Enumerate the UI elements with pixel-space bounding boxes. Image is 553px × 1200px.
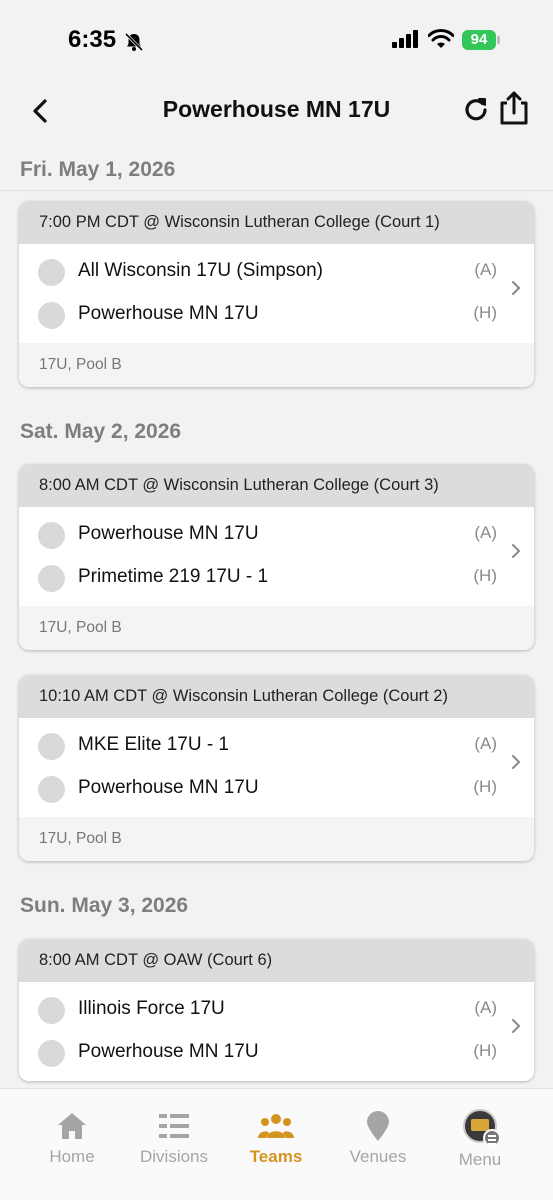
venues-icon — [367, 1111, 389, 1141]
tab-label: Menu — [458, 1150, 502, 1169]
team-logo-placeholder — [38, 997, 65, 1024]
team-side: (H) — [473, 777, 497, 796]
team-name: Illinois Force 17U — [78, 998, 225, 1019]
tab-teams[interactable]: Teams — [226, 1109, 326, 1167]
day-divider — [0, 452, 553, 453]
game-teams: MKE Elite 17U - 1 (A) Powerhouse MN 17U … — [19, 718, 534, 817]
team-logo-placeholder — [38, 259, 65, 286]
bell-muted-icon — [124, 32, 144, 52]
tab-label: Home — [49, 1147, 95, 1166]
team-name: Powerhouse MN 17U — [78, 523, 259, 544]
status-bar: 6:35 94 — [0, 0, 553, 80]
team-side: (H) — [473, 303, 497, 322]
team-logo-placeholder — [38, 302, 65, 329]
chevron-right-icon — [512, 281, 521, 295]
day-divider — [0, 190, 553, 191]
team-row: Powerhouse MN 17U (H) — [19, 1032, 534, 1075]
tab-label: Divisions — [139, 1147, 209, 1166]
team-name: Powerhouse MN 17U — [78, 777, 259, 798]
divisions-icon — [159, 1114, 189, 1138]
team-logo-placeholder — [38, 733, 65, 760]
chevron-right-icon — [512, 1019, 521, 1033]
schedule-list[interactable]: Fri. May 1, 2026 7:00 PM CDT @ Wisconsin… — [0, 150, 553, 1088]
team-side: (H) — [473, 1041, 497, 1060]
team-name: Powerhouse MN 17U — [78, 1041, 259, 1062]
team-name: Powerhouse MN 17U — [78, 303, 259, 324]
game-card[interactable]: 10:10 AM CDT @ Wisconsin Lutheran Colleg… — [19, 675, 534, 861]
team-row: All Wisconsin 17U (Simpson) (A) — [19, 251, 534, 294]
tab-divisions[interactable]: Divisions — [124, 1109, 224, 1167]
team-name: MKE Elite 17U - 1 — [78, 734, 229, 755]
game-card[interactable]: 7:00 PM CDT @ Wisconsin Lutheran College… — [19, 201, 534, 387]
chevron-right-icon — [512, 755, 521, 769]
battery-level: 94 — [462, 30, 496, 50]
team-row: Powerhouse MN 17U (A) — [19, 514, 534, 557]
team-logo-placeholder — [38, 1040, 65, 1067]
game-teams: Illinois Force 17U (A) Powerhouse MN 17U… — [19, 982, 534, 1081]
team-side: (H) — [473, 566, 497, 585]
game-card[interactable]: 8:00 AM CDT @ Wisconsin Lutheran College… — [19, 464, 534, 650]
tab-bar: Home Divisions Teams Venues Menu — [0, 1088, 553, 1200]
team-side: (A) — [474, 998, 497, 1017]
team-side: (A) — [474, 260, 497, 279]
team-logo-placeholder — [38, 522, 65, 549]
refresh-icon[interactable] — [460, 94, 492, 126]
battery-indicator: 94 — [462, 30, 500, 50]
game-time-venue: 8:00 AM CDT @ OAW (Court 6) — [19, 939, 534, 982]
game-time-venue: 10:10 AM CDT @ Wisconsin Lutheran Colleg… — [19, 675, 534, 718]
team-name: All Wisconsin 17U (Simpson) — [78, 260, 323, 281]
team-row: Powerhouse MN 17U (H) — [19, 768, 534, 811]
day-header: Sat. May 2, 2026 — [20, 420, 182, 443]
day-header: Fri. May 1, 2026 — [20, 158, 176, 181]
battery-cap — [497, 36, 500, 44]
day-divider — [0, 926, 553, 927]
teams-icon — [258, 1114, 294, 1138]
menu-hamburger-icon — [483, 1129, 501, 1147]
team-row: Illinois Force 17U (A) — [19, 989, 534, 1032]
chevron-right-icon — [512, 544, 521, 558]
tab-label: Teams — [249, 1147, 303, 1166]
nav-bar: Powerhouse MN 17U — [0, 80, 553, 150]
wifi-icon — [428, 29, 454, 48]
team-row: Primetime 219 17U - 1 (H) — [19, 557, 534, 600]
menu-avatar-icon — [463, 1109, 501, 1147]
game-card[interactable]: 8:00 AM CDT @ OAW (Court 6) Illinois For… — [19, 939, 534, 1081]
game-time-venue: 8:00 AM CDT @ Wisconsin Lutheran College… — [19, 464, 534, 507]
home-icon — [58, 1113, 86, 1139]
team-side: (A) — [474, 734, 497, 753]
tab-venues[interactable]: Venues — [328, 1109, 428, 1167]
team-logo-placeholder — [38, 565, 65, 592]
tab-home[interactable]: Home — [22, 1109, 122, 1167]
day-header: Sun. May 3, 2026 — [20, 894, 189, 917]
share-icon[interactable] — [497, 90, 531, 126]
game-division: 17U, Pool B — [19, 343, 534, 387]
game-division: 17U, Pool B — [19, 817, 534, 861]
game-teams: Powerhouse MN 17U (A) Primetime 219 17U … — [19, 507, 534, 606]
team-row: MKE Elite 17U - 1 (A) — [19, 725, 534, 768]
team-logo-placeholder — [38, 776, 65, 803]
team-row: Powerhouse MN 17U (H) — [19, 294, 534, 337]
status-time: 6:35 — [68, 26, 117, 53]
team-side: (A) — [474, 523, 497, 542]
game-division: 17U, Pool B — [19, 606, 534, 650]
game-teams: All Wisconsin 17U (Simpson) (A) Powerhou… — [19, 244, 534, 343]
cellular-signal-icon — [392, 30, 418, 48]
team-name: Primetime 219 17U - 1 — [78, 566, 269, 587]
game-time-venue: 7:00 PM CDT @ Wisconsin Lutheran College… — [19, 201, 534, 244]
tab-menu[interactable]: Menu — [430, 1109, 530, 1170]
tab-label: Venues — [349, 1147, 407, 1166]
